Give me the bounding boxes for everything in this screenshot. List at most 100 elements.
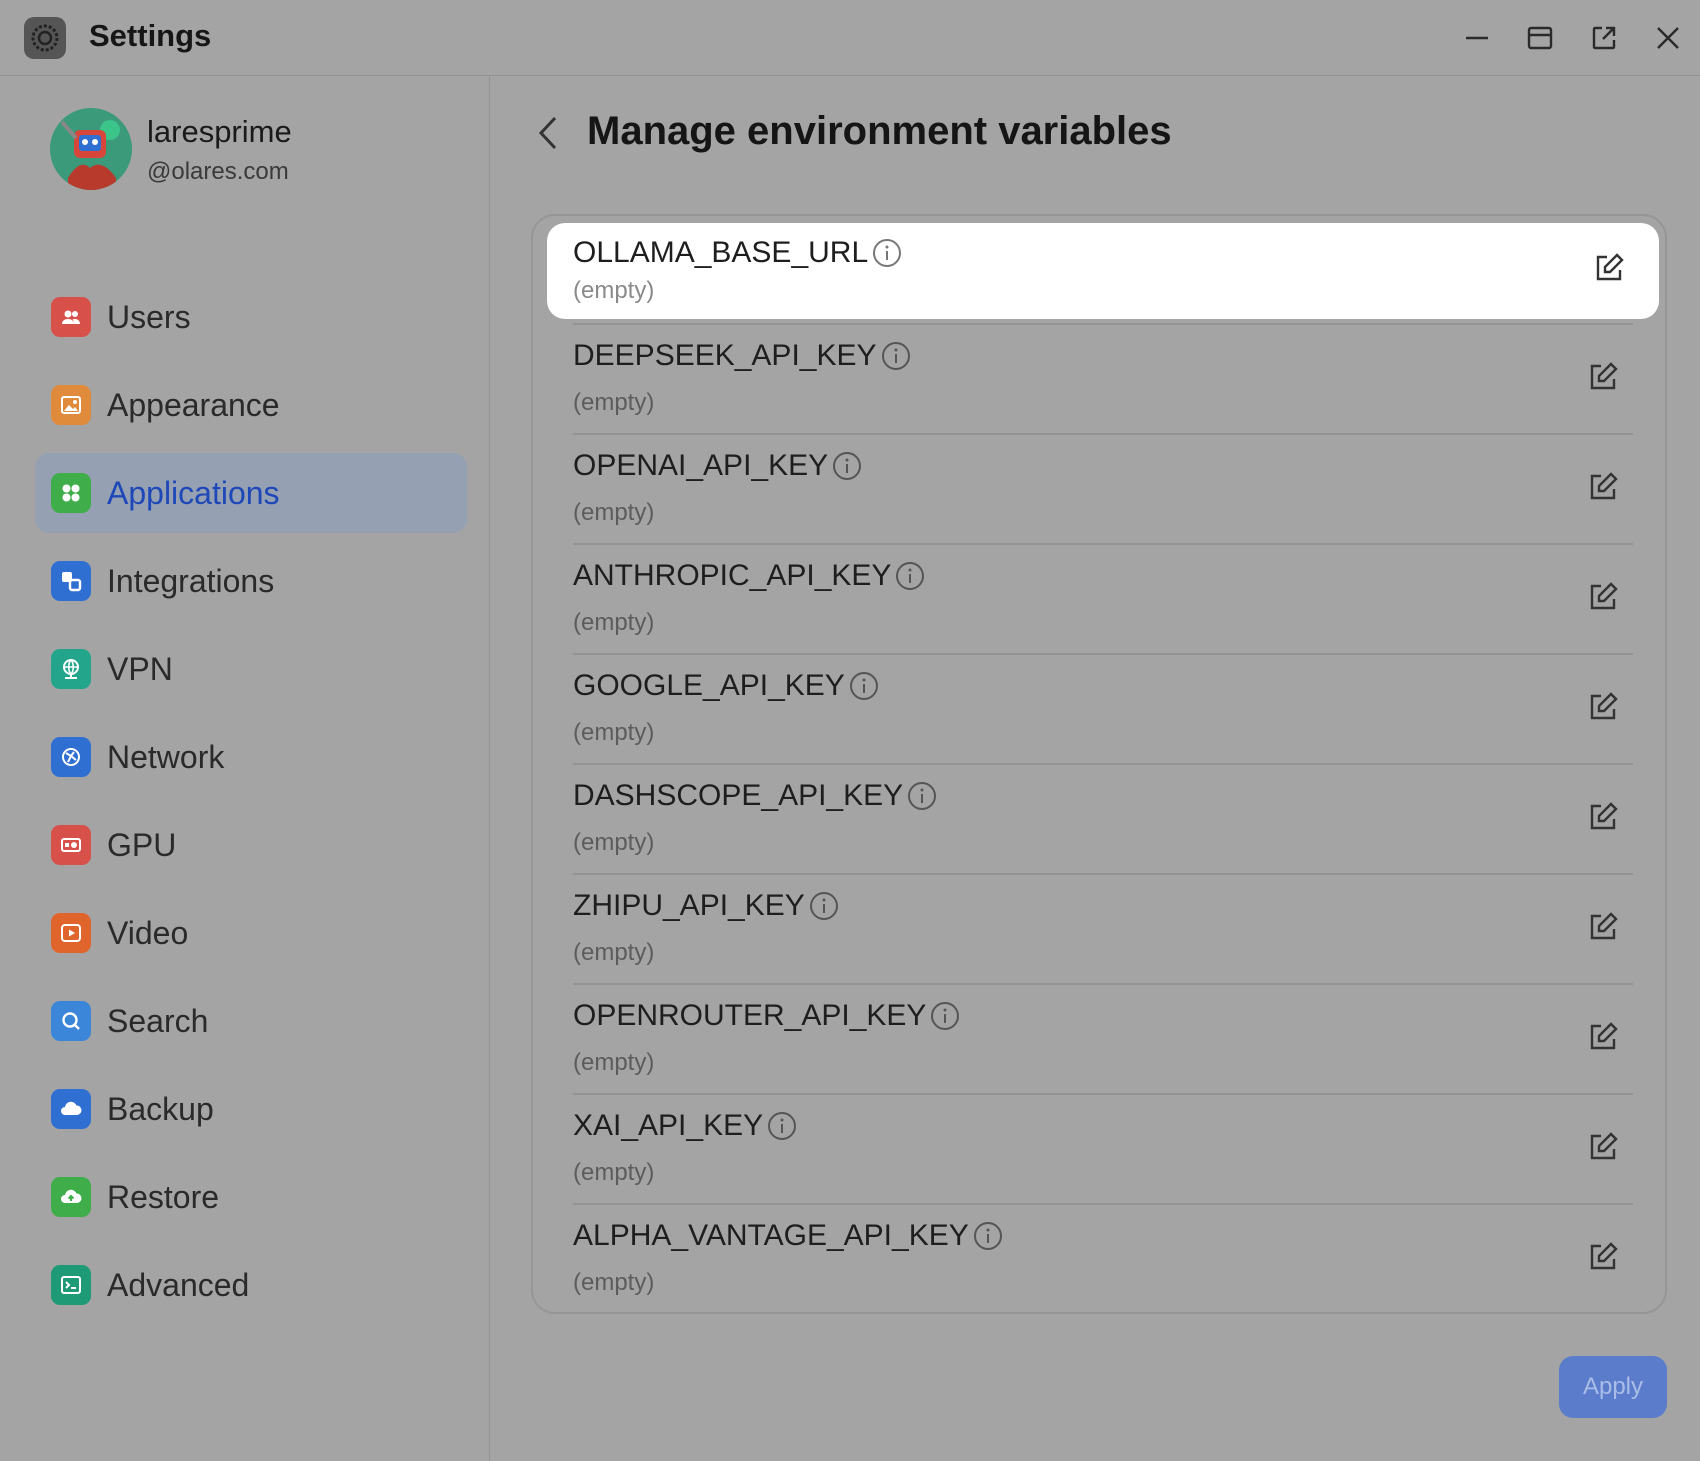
info-icon[interactable] [895,561,925,591]
gpu-icon [51,825,91,865]
back-button[interactable] [528,113,568,153]
user-name: laresprime [147,114,292,149]
edit-icon[interactable] [1585,579,1621,615]
env-key: ANTHROPIC_API_KEY [573,559,892,592]
appearance-icon [51,385,91,425]
title-bar: Settings [0,0,1700,76]
edit-icon[interactable] [1585,799,1621,835]
env-row-openai-api-key[interactable]: OPENAI_API_KEY (empty) [573,433,1633,543]
env-row-google-api-key[interactable]: GOOGLE_API_KEY (empty) [573,653,1633,763]
env-row-ollama-base-url[interactable]: OLLAMA_BASE_URL (empty) [547,223,1659,319]
sidebar-item-label: Search [107,1002,209,1039]
sidebar-item-users[interactable]: Users [35,277,467,357]
env-value: (empty) [573,939,655,966]
integrations-icon [51,561,91,601]
env-key: DEEPSEEK_API_KEY [573,339,877,372]
env-row-deepseek-api-key[interactable]: DEEPSEEK_API_KEY (empty) [573,323,1633,433]
vpn-icon [51,649,91,689]
popout-icon[interactable] [1584,18,1624,58]
env-key: XAI_API_KEY [573,1109,764,1142]
edit-icon[interactable] [1585,469,1621,505]
env-key: ZHIPU_API_KEY [573,889,805,922]
window-title: Settings [89,18,212,53]
env-value: (empty) [573,609,655,636]
sidebar-item-advanced[interactable]: Advanced [35,1245,467,1325]
users-icon [51,297,91,337]
sidebar-item-label: Network [107,738,225,775]
edit-icon[interactable] [1585,1129,1621,1165]
backup-icon [51,1089,91,1129]
sidebar-item-label: Appearance [107,386,280,423]
advanced-icon [51,1265,91,1305]
info-icon[interactable] [973,1221,1003,1251]
env-row-zhipu-api-key[interactable]: ZHIPU_API_KEY (empty) [573,873,1633,983]
applications-icon [51,473,91,513]
env-value: (empty) [573,829,655,856]
env-key: OPENROUTER_API_KEY [573,999,927,1032]
env-key: ALPHA_VANTAGE_API_KEY [573,1219,969,1252]
sidebar-item-applications[interactable]: Applications [35,453,467,533]
sidebar-item-search[interactable]: Search [35,981,467,1061]
env-value: (empty) [573,277,655,304]
edit-icon[interactable] [1585,689,1621,725]
sidebar-item-label: GPU [107,826,177,863]
edit-icon[interactable] [1591,250,1627,286]
env-key: DASHSCOPE_API_KEY [573,779,904,812]
edit-icon[interactable] [1585,1019,1621,1055]
search-icon [51,1001,91,1041]
sidebar-item-restore[interactable]: Restore [35,1157,467,1237]
info-icon[interactable] [767,1111,797,1141]
edit-icon[interactable] [1585,359,1621,395]
sidebar-item-vpn[interactable]: VPN [35,629,467,709]
info-icon[interactable] [832,451,862,481]
sidebar-item-label: Backup [107,1090,214,1127]
sidebar-item-label: Users [107,298,191,335]
user-domain: @olares.com [147,158,289,185]
settings-gear-icon [24,17,66,59]
sidebar: laresprime @olares.com Users Appearance … [0,76,490,1461]
env-key: OLLAMA_BASE_URL [573,236,869,269]
sidebar-item-gpu[interactable]: GPU [35,805,467,885]
sidebar-item-label: Integrations [107,562,275,599]
video-icon [51,913,91,953]
env-value: (empty) [573,389,655,416]
restore-icon [51,1177,91,1217]
sidebar-item-label: VPN [107,650,173,687]
apply-button[interactable]: Apply [1559,1356,1667,1418]
env-value: (empty) [573,499,655,526]
maximize-icon[interactable] [1520,18,1560,58]
sidebar-item-backup[interactable]: Backup [35,1069,467,1149]
info-icon[interactable] [930,1001,960,1031]
sidebar-item-video[interactable]: Video [35,893,467,973]
network-icon [51,737,91,777]
env-row-openrouter-api-key[interactable]: OPENROUTER_API_KEY (empty) [573,983,1633,1093]
sidebar-item-appearance[interactable]: Appearance [35,365,467,445]
edit-icon[interactable] [1585,909,1621,945]
info-icon[interactable] [872,238,902,268]
close-icon[interactable] [1648,18,1688,58]
info-icon[interactable] [849,671,879,701]
info-icon[interactable] [881,341,911,371]
sidebar-item-label: Advanced [107,1266,250,1303]
chevron-left-icon [535,115,561,151]
info-icon[interactable] [907,781,937,811]
env-row-xai-api-key[interactable]: XAI_API_KEY (empty) [573,1093,1633,1203]
info-icon[interactable] [809,891,839,921]
sidebar-item-label: Video [107,914,189,951]
sidebar-item-network[interactable]: Network [35,717,467,797]
env-key: GOOGLE_API_KEY [573,669,845,702]
env-value: (empty) [573,719,655,746]
avatar[interactable] [50,108,132,190]
sidebar-item-label: Applications [107,474,280,511]
page-title: Manage environment variables [587,109,1172,153]
env-key: OPENAI_API_KEY [573,449,829,482]
edit-icon[interactable] [1585,1239,1621,1275]
sidebar-item-integrations[interactable]: Integrations [35,541,467,621]
env-row-anthropic-api-key[interactable]: ANTHROPIC_API_KEY (empty) [573,543,1633,653]
minimize-icon[interactable] [1457,18,1497,58]
env-value: (empty) [573,1049,655,1076]
env-row-dashscope-api-key[interactable]: DASHSCOPE_API_KEY (empty) [573,763,1633,873]
env-row-alpha-vantage-api-key[interactable]: ALPHA_VANTAGE_API_KEY (empty) [573,1203,1633,1313]
env-value: (empty) [573,1159,655,1186]
sidebar-item-label: Restore [107,1178,220,1215]
